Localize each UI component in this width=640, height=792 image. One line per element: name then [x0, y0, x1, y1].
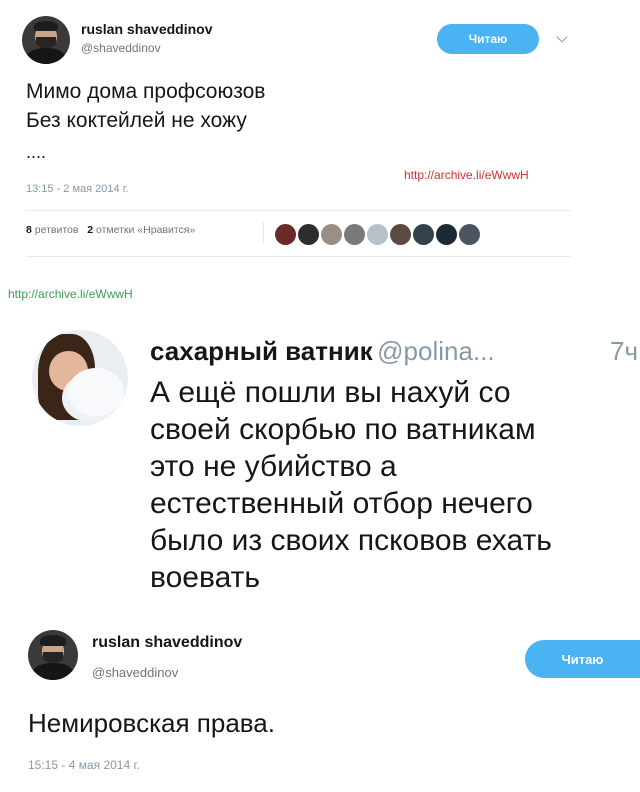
tweet-text-line: А ещё пошли вы нахуй со: [150, 376, 511, 409]
follow-button[interactable]: Читаю: [437, 24, 539, 54]
tweet-text: А ещё пошли вы нахуй со своей скорбью по …: [150, 374, 638, 596]
author-handle[interactable]: @polina...: [377, 336, 494, 366]
avatar[interactable]: [22, 16, 70, 64]
tweet-text-line: Без коктейлей не хожу: [26, 109, 247, 132]
avatar-hair: [40, 635, 66, 646]
author-handle[interactable]: @shaveddinov: [81, 41, 161, 55]
avatar[interactable]: [28, 630, 78, 680]
avatar-beard: [43, 652, 63, 663]
tweet-text-line: воевать: [150, 561, 260, 594]
avatar[interactable]: [32, 330, 128, 426]
tweet-text-line: это не убийство а: [150, 450, 397, 483]
archive-link[interactable]: http://archive.li/eWwwH: [404, 168, 529, 182]
tweet-stats: 8 ретвитов 2 отметки «Нравится»: [26, 224, 195, 236]
liker-avatar[interactable]: [459, 224, 480, 245]
liker-avatar[interactable]: [436, 224, 457, 245]
author-handle[interactable]: @shaveddinov: [92, 665, 178, 680]
likes-label[interactable]: отметки «Нравится»: [96, 224, 195, 236]
archive-link[interactable]: http://archive.li/eWwwH: [8, 287, 133, 301]
timestamp[interactable]: 13:15 - 2 мая 2014 г.: [26, 183, 128, 195]
liker-avatar[interactable]: [344, 224, 365, 245]
liker-avatar[interactable]: [390, 224, 411, 245]
avatar-beard: [36, 37, 56, 48]
liker-avatar[interactable]: [413, 224, 434, 245]
tweet-text-line: своей скорбью по ватникам: [150, 413, 536, 446]
avatar-cotton-candy: [68, 368, 125, 417]
author-line: сахарный ватник @polina...: [150, 336, 495, 367]
liker-avatar[interactable]: [367, 224, 388, 245]
tweet-text-line: Мимо дома профсоюзов: [26, 80, 266, 103]
liker-avatar[interactable]: [275, 224, 296, 245]
author-name[interactable]: ruslan shaveddinov: [81, 21, 212, 37]
divider: [26, 256, 571, 257]
stats-separator: [263, 222, 264, 244]
follow-button[interactable]: Читаю: [525, 640, 640, 678]
divider: [26, 210, 571, 211]
tweet-text: Немировская права.: [28, 708, 275, 738]
retweets-label[interactable]: ретвитов: [35, 224, 79, 236]
avatar-body: [25, 47, 67, 64]
avatar-hair: [33, 20, 59, 32]
author-name[interactable]: ruslan shaveddinov: [92, 634, 242, 652]
tweet-time[interactable]: 7ч: [610, 336, 638, 367]
likes-count[interactable]: 2: [87, 224, 93, 236]
retweets-count[interactable]: 8: [26, 224, 32, 236]
liker-avatar[interactable]: [298, 224, 319, 245]
likers-avatars: [275, 224, 482, 245]
avatar-body: [32, 663, 74, 680]
chevron-down-icon[interactable]: [556, 31, 568, 43]
tweet-text-line: ....: [26, 142, 47, 162]
timestamp[interactable]: 15:15 - 4 мая 2014 г.: [28, 758, 140, 772]
tweet-text-line: естественный отбор нечего: [150, 487, 533, 520]
author-name[interactable]: сахарный ватник: [150, 336, 373, 366]
liker-avatar[interactable]: [321, 224, 342, 245]
tweet-text-line: было из своих псковов ехать: [150, 524, 552, 557]
